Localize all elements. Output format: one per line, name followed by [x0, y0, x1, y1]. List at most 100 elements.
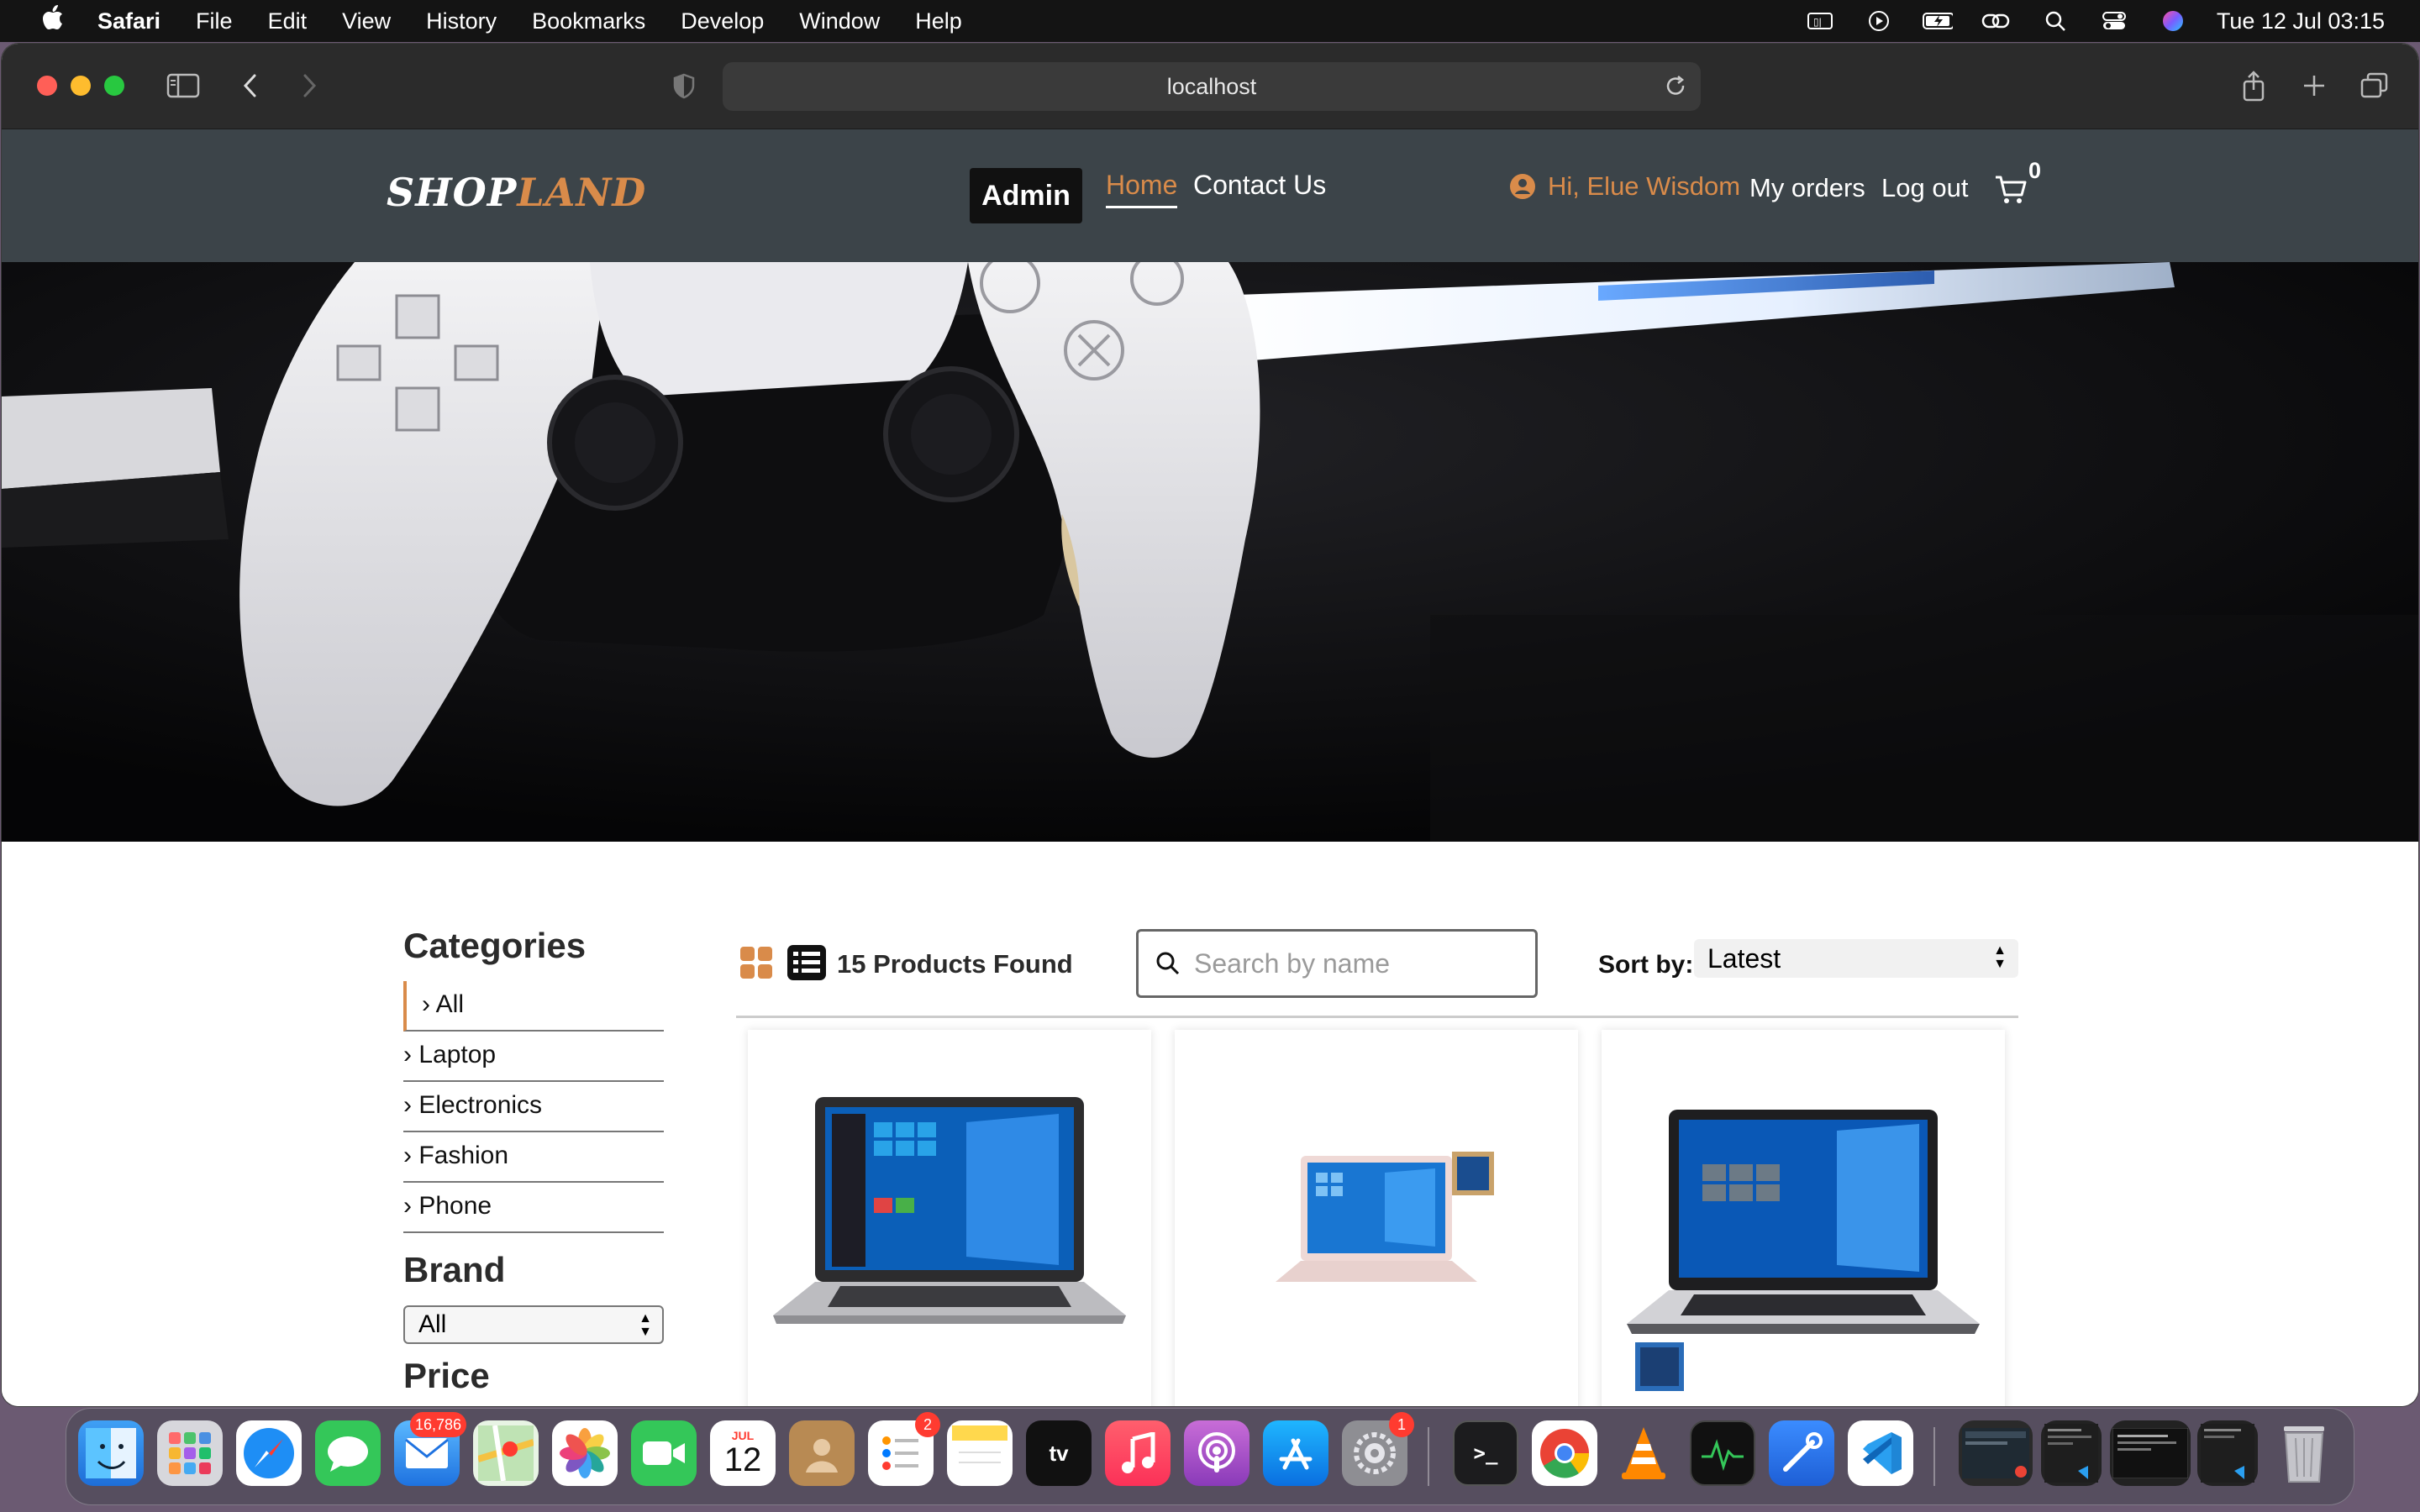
browser-toolbar: localhost — [2, 44, 2418, 129]
calendar-icon[interactable]: JUL 12 — [710, 1420, 776, 1486]
apple-menu-icon[interactable] — [35, 4, 69, 38]
cart-icon[interactable] — [1993, 171, 2028, 207]
siri-icon[interactable] — [2158, 9, 2188, 33]
categories-title: Categories — [403, 926, 587, 965]
messages-icon[interactable] — [315, 1420, 381, 1486]
nav-contact-link[interactable]: Contact Us — [1193, 170, 1326, 201]
music-icon[interactable] — [1105, 1420, 1171, 1486]
listing-toolbar: 15 Products Found Search by name Sort by… — [736, 926, 2018, 1018]
app-store-icon[interactable] — [1263, 1420, 1328, 1486]
menu-develop[interactable]: Develop — [681, 8, 764, 34]
product-image — [1627, 1110, 1980, 1391]
my-orders-link[interactable]: My orders — [1749, 173, 1865, 203]
menu-file[interactable]: File — [196, 8, 233, 34]
back-icon[interactable] — [232, 69, 269, 102]
menu-app-name[interactable]: Safari — [97, 8, 160, 34]
nav-home-link[interactable]: Home — [1106, 170, 1178, 208]
link-icon[interactable] — [1981, 9, 2012, 33]
tv-label: tv — [1049, 1440, 1069, 1466]
site-logo[interactable]: SHOPLAND — [387, 170, 646, 215]
minimized-window-thumbnail[interactable] — [2041, 1420, 2102, 1486]
logo-land-text: LAND — [517, 170, 647, 215]
category-all[interactable]: › All — [403, 981, 664, 1032]
menu-clock[interactable]: Tue 12 Jul 03:15 — [2217, 8, 2385, 34]
search-placeholder: Search by name — [1194, 948, 1391, 979]
url-text: localhost — [1166, 73, 1257, 99]
brand-select[interactable]: All ▲ ▼ — [403, 1305, 664, 1344]
terminal-icon[interactable]: >_ — [1453, 1420, 1518, 1486]
reminders-icon[interactable]: 2 — [868, 1412, 940, 1486]
zoom-window-button[interactable] — [104, 76, 124, 96]
brand-select-value: All — [418, 1310, 447, 1338]
search-icon — [1156, 952, 1180, 975]
reminders-badge: 2 — [915, 1412, 940, 1437]
maps-icon[interactable] — [473, 1420, 539, 1486]
sidebar-toggle-icon[interactable] — [165, 69, 202, 102]
category-electronics[interactable]: › Electronics — [403, 1082, 664, 1132]
system-settings-icon[interactable]: 1 — [1342, 1412, 1414, 1486]
podcasts-icon[interactable] — [1184, 1420, 1249, 1486]
site-header: SHOPLAND Admin Home Contact Us Hi, Elue … — [2, 129, 2418, 262]
menu-edit[interactable]: Edit — [268, 8, 308, 34]
minimized-window-thumbnail[interactable] — [2197, 1420, 2258, 1486]
trash-icon[interactable] — [2271, 1420, 2337, 1486]
reload-icon[interactable] — [1664, 74, 1689, 99]
products-found-count: 15 Products Found — [837, 949, 1073, 979]
dock-separator — [1933, 1427, 1935, 1486]
launchpad-icon[interactable] — [157, 1420, 223, 1486]
battery-icon[interactable] — [1922, 9, 1953, 33]
finder-icon[interactable] — [78, 1420, 144, 1486]
privacy-shield-icon[interactable] — [666, 69, 702, 102]
now-playing-icon[interactable] — [1864, 9, 1894, 33]
chrome-icon[interactable] — [1532, 1420, 1597, 1486]
mail-icon[interactable]: 16,786 — [394, 1412, 466, 1486]
admin-button[interactable]: Admin — [970, 168, 1082, 223]
category-fashion[interactable]: › Fashion — [403, 1132, 664, 1183]
close-window-button[interactable] — [37, 76, 57, 96]
address-bar[interactable]: localhost — [723, 62, 1701, 111]
category-laptop[interactable]: › Laptop — [403, 1032, 664, 1082]
minimized-window-thumbnail[interactable] — [2110, 1420, 2191, 1486]
new-tab-icon[interactable] — [2296, 69, 2333, 102]
facetime-icon[interactable] — [631, 1420, 697, 1486]
menu-help[interactable]: Help — [915, 8, 962, 34]
menu-bar: Safari File Edit View History Bookmarks … — [0, 0, 2420, 42]
safari-icon[interactable] — [236, 1420, 302, 1486]
notes-icon[interactable] — [947, 1420, 1013, 1486]
screen-mirror-icon[interactable]: ▯| — [1805, 9, 1835, 33]
contacts-icon[interactable] — [789, 1420, 855, 1486]
product-card[interactable] — [1175, 1030, 1578, 1406]
dock: 16,786 JUL 12 2 tv 1 >_ — [66, 1408, 2354, 1505]
menu-view[interactable]: View — [342, 8, 391, 34]
window-controls — [37, 76, 124, 96]
photos-icon[interactable] — [552, 1420, 618, 1486]
tab-overview-icon[interactable] — [2356, 69, 2393, 102]
product-card[interactable] — [748, 1030, 1151, 1406]
control-center-icon[interactable] — [2099, 9, 2129, 33]
user-avatar-icon — [1510, 174, 1535, 199]
vlc-icon[interactable] — [1611, 1420, 1676, 1486]
share-icon[interactable] — [2235, 69, 2272, 102]
minimize-window-button[interactable] — [71, 76, 91, 96]
search-input[interactable]: Search by name — [1136, 929, 1538, 998]
menu-window[interactable]: Window — [799, 8, 880, 34]
menu-history[interactable]: History — [426, 8, 497, 34]
user-greeting[interactable]: Hi, Elue Wisdom — [1509, 171, 1740, 202]
menu-bookmarks[interactable]: Bookmarks — [532, 8, 645, 34]
apple-tv-icon[interactable]: tv — [1026, 1420, 1092, 1486]
vscode-icon[interactable] — [1848, 1420, 1913, 1486]
spotlight-search-icon[interactable] — [2040, 9, 2070, 33]
category-phone[interactable]: › Phone — [403, 1183, 664, 1233]
forward-icon[interactable] — [291, 69, 328, 102]
filter-sidebar: Categories › All › Laptop › Electronics … — [403, 926, 664, 1396]
browser-window: localhost SHOPLAND Admin Home Contact Us… — [2, 44, 2418, 1406]
sort-select[interactable]: Latest ▲ ▼ — [1694, 939, 2018, 978]
grid-view-icon[interactable] — [739, 946, 773, 979]
product-image — [1276, 1152, 1494, 1282]
network-utility-icon[interactable] — [1769, 1420, 1834, 1486]
logout-link[interactable]: Log out — [1881, 173, 1968, 203]
product-card[interactable] — [1602, 1030, 2005, 1406]
activity-monitor-icon[interactable] — [1690, 1420, 1755, 1486]
list-view-icon[interactable] — [786, 944, 827, 981]
minimized-window-thumbnail[interactable] — [1959, 1420, 2033, 1486]
